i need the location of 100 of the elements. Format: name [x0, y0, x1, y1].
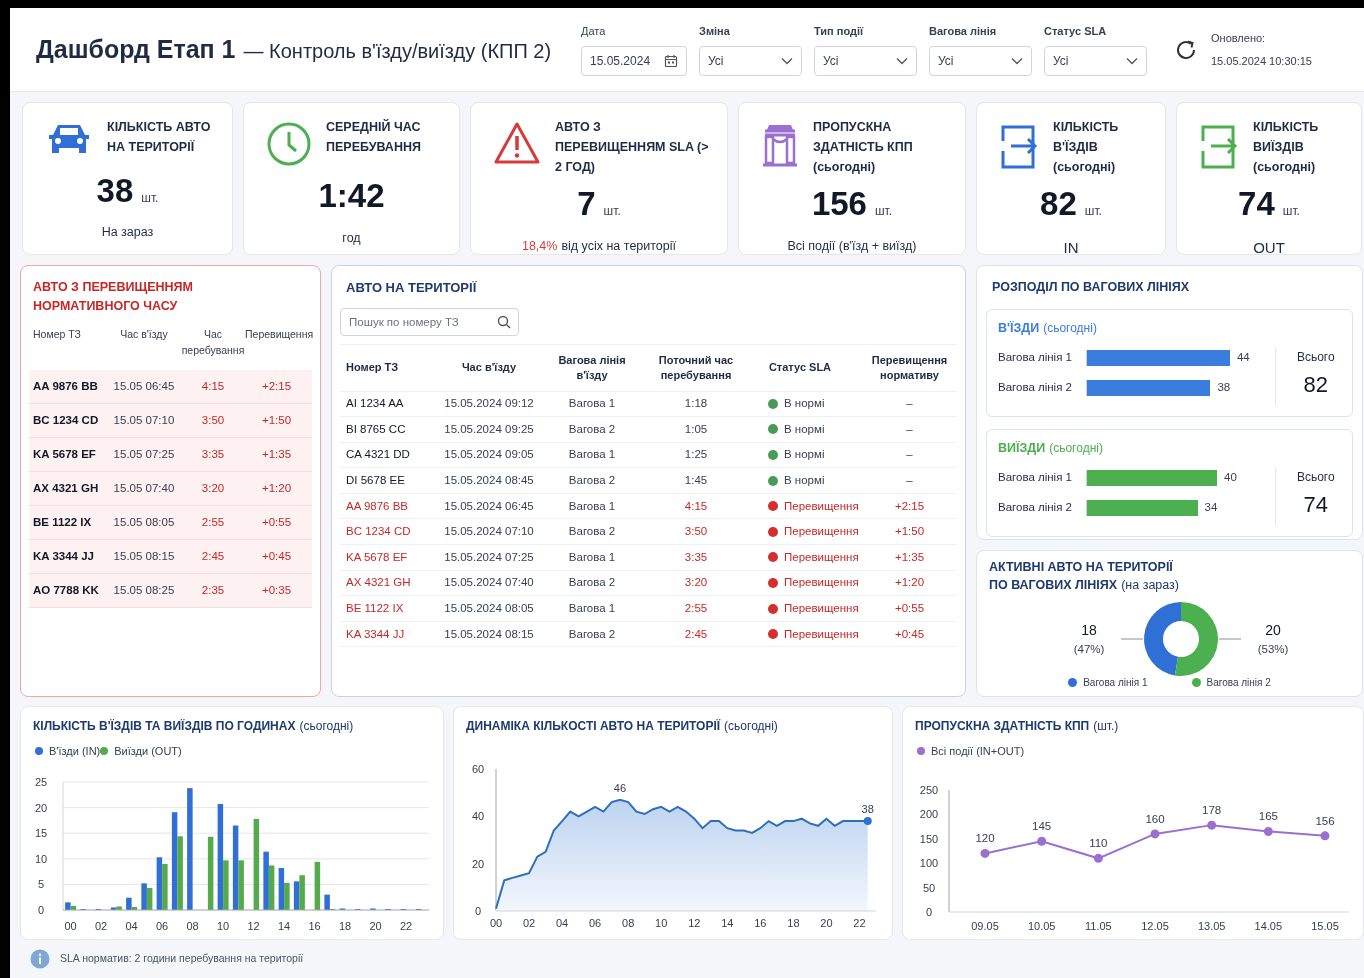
table-cell-text: 2:55 — [683, 600, 709, 616]
column-header: Статус SLA — [767, 360, 833, 375]
table-cell-text: Вагова 2 — [567, 421, 617, 437]
axis-label: 14 — [278, 919, 291, 932]
chart-note: (сьогодні) — [724, 718, 778, 735]
axis-label: 00 — [489, 917, 503, 929]
bar-label: Вагова лінія 2 — [998, 379, 1073, 395]
table-cell-text: Вагова 1 — [567, 498, 617, 514]
table-cell-text: +1:20 — [260, 480, 293, 496]
axis-label: 20 — [34, 801, 48, 814]
chart-note: (сьогодні) — [299, 718, 354, 735]
dashboard-subtitle: — Контроль в'їзду/виїзду (КПП 2) — [243, 38, 552, 64]
data-label: 178 — [1202, 803, 1222, 816]
table-cell-text: 15.05 07:40 — [112, 480, 176, 496]
panel-title: РОЗПОДІЛ ПО ВАГОВИХ ЛІНІЯХ — [991, 279, 1191, 296]
axis-label: 13.05 — [1197, 919, 1226, 932]
group-note: (сьогодні) — [1049, 439, 1103, 457]
axis-label: 18 — [339, 919, 352, 932]
status-text: Перевищення — [784, 575, 859, 591]
axis-label: 08 — [622, 917, 635, 929]
kpi-value: 82 — [1040, 184, 1077, 224]
axis-label: 10 — [655, 917, 668, 929]
filter-label: Зміна — [699, 24, 731, 40]
axis-label: 200 — [919, 807, 939, 820]
axis-label: 22 — [400, 919, 413, 932]
status-text: Перевищення — [784, 498, 859, 514]
callout-percent: (47%) — [1073, 641, 1105, 657]
axis-label: 12 — [688, 917, 701, 929]
table-cell-text: 15.05.2024 07:40 — [443, 575, 535, 591]
table-cell-text: CA 4321 DD — [346, 447, 411, 463]
column-header: Час в'їзду — [119, 327, 169, 342]
column-header: Вагова лінія в'їзду — [557, 352, 627, 383]
table-cell-text: +0:35 — [260, 582, 293, 598]
table-cell-text: +0:45 — [893, 626, 926, 642]
axis-label: 5 — [37, 877, 45, 890]
axis-label: 60 — [471, 763, 485, 775]
legend-label: Виїзди (OUT) — [114, 744, 182, 759]
axis-label: 25 — [34, 775, 48, 788]
axis-label: 20 — [471, 857, 485, 870]
table-cell-text: KA 5678 EF — [33, 446, 97, 462]
kpi-title: АВТО З ПЕРЕВИЩЕННЯМ SLA (> 2 ГОД) — [555, 119, 710, 176]
legend-label: В'їзди (IN) — [49, 744, 101, 759]
table-cell-text: 15.05 07:10 — [112, 412, 176, 428]
axis-label: 0 — [474, 905, 482, 917]
axis-label: 02 — [95, 919, 108, 932]
table-cell-text: 15.05 08:25 — [112, 582, 176, 598]
table-cell-text: 15.05.2024 09:25 — [443, 421, 535, 437]
group-title: В'ЇЗДИ — [998, 319, 1040, 337]
axis-label: 22 — [853, 917, 866, 929]
table-cell-text: 3:35 — [683, 549, 709, 565]
kpi-value: 1:42 — [318, 176, 385, 216]
table-cell-text: 15.05.2024 07:25 — [443, 549, 535, 565]
column-header: Номер ТЗ — [346, 360, 400, 375]
table-cell-text: 15.05.2024 09:05 — [443, 447, 535, 463]
table-cell-text: +1:50 — [893, 524, 926, 540]
table-cell-text: 15.05.2024 08:15 — [443, 626, 535, 642]
table-cell-text: +0:55 — [260, 514, 293, 530]
total-label: Всього — [1296, 348, 1335, 366]
kpi-title: ПРОПУСКНА ЗДАТНІСТЬ КПП (сьогодні) — [813, 119, 914, 176]
panel-title: АВТО НА ТЕРИТОРІЇ — [345, 279, 478, 297]
updated-timestamp: 15.05.2024 10:30:15 — [1211, 53, 1312, 69]
chart-title: ДИНАМІКА КІЛЬКОСТІ АВТО НА ТЕРИТОРІЇ — [466, 718, 721, 735]
table-cell-text: BI 8765 CC — [346, 421, 407, 437]
axis-label: 06 — [589, 917, 602, 929]
kpi-value: 7 — [577, 184, 596, 224]
table-cell-text: 3:20 — [683, 575, 709, 591]
axis-label: 11.05 — [1084, 919, 1112, 932]
axis-label: 10 — [34, 852, 48, 865]
callout-value: 18 — [1081, 620, 1097, 640]
table-cell-text: 15.05.2024 09:12 — [443, 396, 535, 412]
axis-label: 12.05 — [1141, 919, 1169, 932]
table-cell-text: 15.05 07:25 — [112, 446, 176, 462]
table-cell-text: KA 3344 JJ — [346, 626, 406, 642]
axis-label: 250 — [919, 783, 939, 796]
table-cell-text: Вагова 1 — [567, 549, 617, 565]
table-cell-text: – — [905, 421, 914, 437]
axis-label: 10 — [217, 919, 230, 932]
table-cell-text: 2:35 — [200, 582, 226, 598]
table-cell-text: Вагова 1 — [567, 600, 617, 616]
table-cell-text: BE 1122 IX — [346, 600, 405, 616]
axis-label: 16 — [754, 917, 767, 929]
kpi-caption: год — [342, 229, 361, 247]
axis-label: 15 — [34, 826, 48, 839]
table-cell-text: KA 5678 EF — [346, 549, 409, 565]
table-cell-text: Вагова 1 — [567, 396, 617, 412]
status-text: Перевищення — [784, 524, 859, 540]
column-header: Номер ТЗ — [33, 327, 82, 342]
column-header: Час в'їзду — [460, 360, 518, 375]
total-value: 82 — [1303, 370, 1328, 399]
table-cell-text: Вагова 2 — [567, 626, 617, 642]
table-cell-text: Вагова 1 — [567, 447, 617, 463]
table-cell-text: DI 5678 EE — [346, 472, 406, 488]
axis-label: 18 — [787, 917, 800, 929]
table-cell-text: AX 4321 GH — [33, 480, 100, 496]
filter-label: Вагова лінія — [929, 24, 998, 40]
chart-note: (шт.) — [1093, 718, 1119, 735]
status-text: Перевищення — [784, 626, 859, 642]
column-header: Перевищення — [245, 327, 314, 342]
table-cell-text: AI 1234 AA — [346, 396, 405, 412]
table-cell-text: 1:45 — [683, 472, 709, 488]
